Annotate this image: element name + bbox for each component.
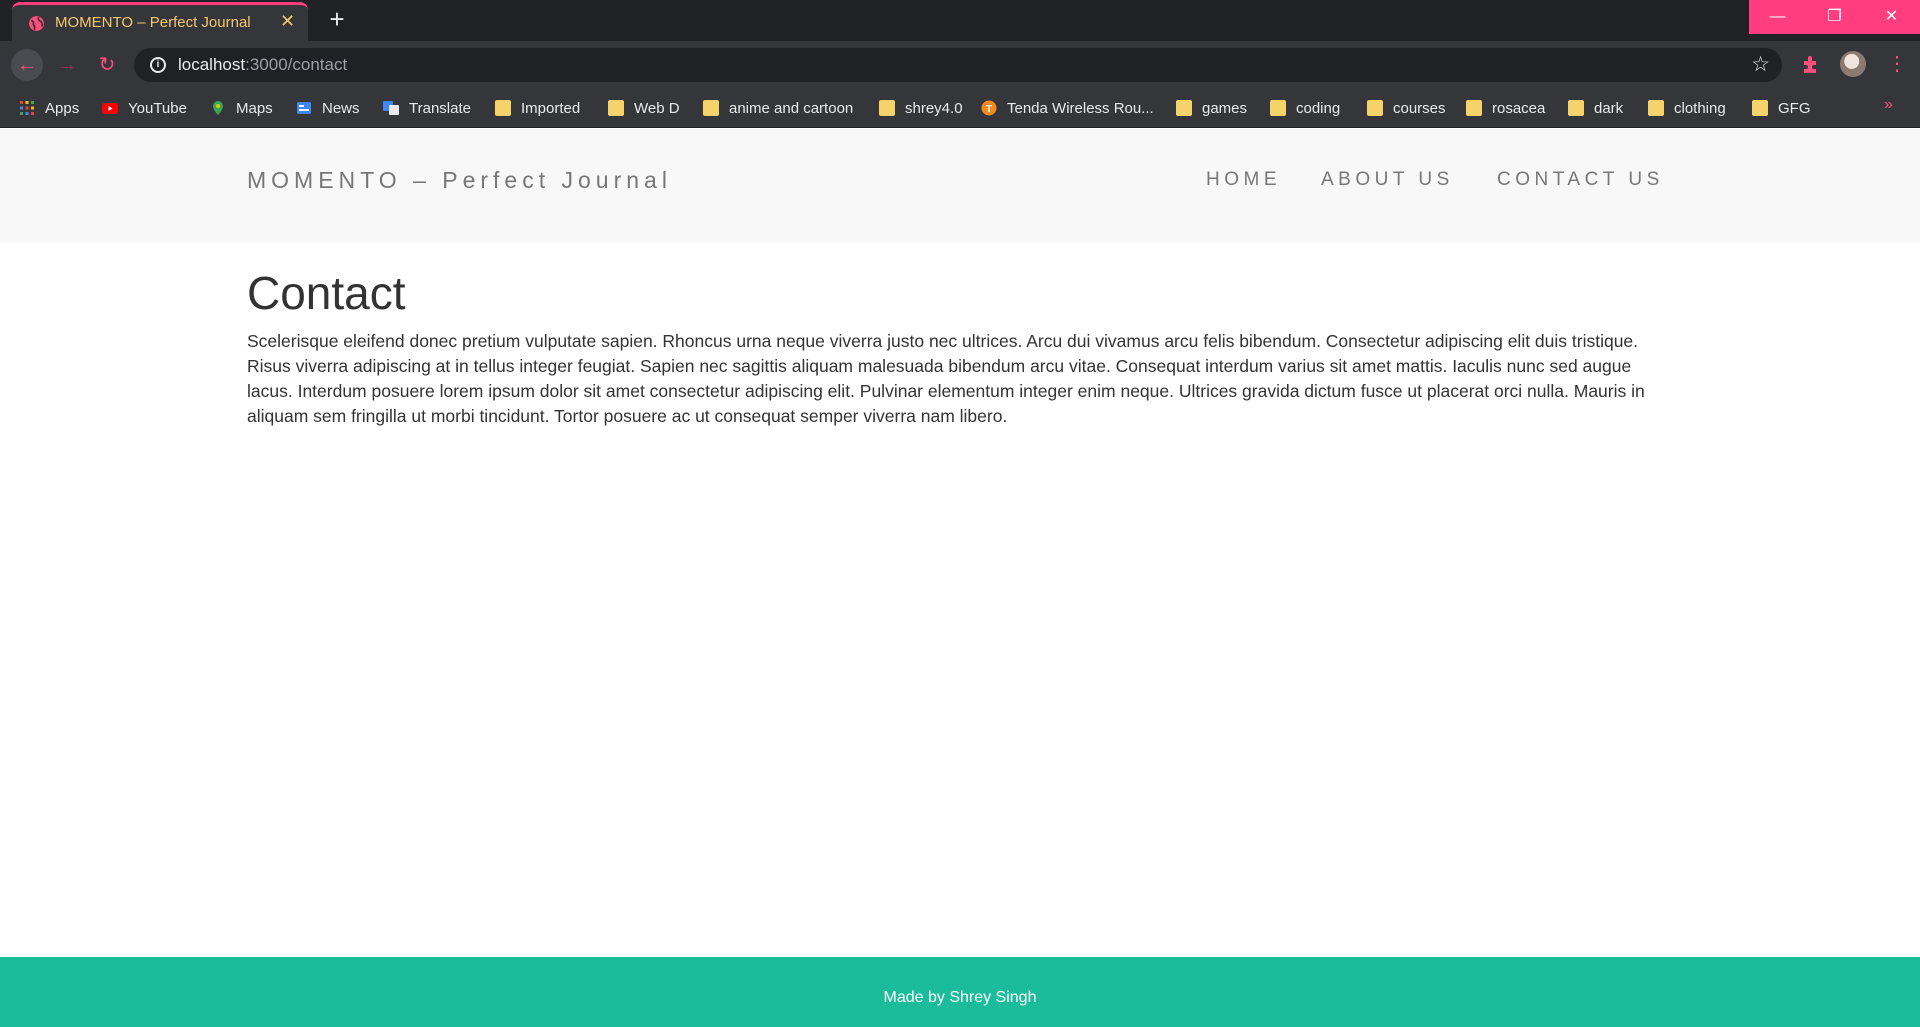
bookmark-label: coding (1296, 99, 1341, 117)
minimize-button[interactable]: — (1749, 0, 1806, 34)
folder-icon (1466, 100, 1482, 116)
url-text[interactable]: localhost:3000/contact (178, 55, 347, 75)
bookmark-coding[interactable]: coding (1270, 88, 1340, 128)
bookmark-label: courses (1393, 99, 1446, 117)
bookmark-games[interactable]: games (1176, 88, 1247, 128)
bookmark-label: GFG (1778, 99, 1811, 117)
bookmark-label: Translate (409, 99, 471, 117)
tab-close-icon[interactable]: ✕ (280, 11, 295, 31)
folder-icon (1176, 100, 1192, 116)
bookmark-shrey4[interactable]: shrey4.0 (879, 88, 963, 128)
site-info-icon[interactable]: i (150, 57, 166, 73)
bookmark-anime-and-cartoon[interactable]: anime and cartoon (703, 88, 853, 128)
folder-icon (1648, 100, 1664, 116)
reload-button[interactable]: ↻ (91, 49, 123, 81)
nav-about-us-link[interactable]: ABOUT US (1321, 169, 1454, 191)
nav-home-link[interactable]: HOME (1206, 169, 1281, 191)
bookmark-maps[interactable]: Maps (210, 88, 273, 128)
tab-strip: MOMENTO – Perfect Journal ✕ + — ❐ ✕ (0, 0, 1920, 41)
reload-icon: ↻ (98, 54, 116, 76)
youtube-icon (102, 103, 118, 114)
kebab-menu-icon[interactable]: ⋮ (1887, 51, 1907, 77)
bookmark-label: dark (1594, 99, 1624, 117)
svg-text:T: T (986, 104, 992, 115)
bookmark-label: Apps (45, 99, 80, 117)
translate-icon (383, 101, 399, 115)
folder-icon (1367, 100, 1383, 116)
bookmark-clothing[interactable]: clothing (1648, 88, 1726, 128)
bookmark-web-d[interactable]: Web D (608, 88, 680, 128)
address-bar[interactable]: i localhost:3000/contact ☆ (134, 48, 1782, 82)
bookmarks-overflow-icon[interactable]: » (1884, 96, 1893, 114)
extensions-puzzle-icon[interactable] (1800, 53, 1822, 75)
news-icon (297, 102, 311, 114)
arrow-right-icon: → (57, 54, 77, 76)
back-button[interactable]: ← (11, 49, 43, 81)
bookmark-apps[interactable]: Apps (19, 88, 79, 128)
bookmark-label: clothing (1674, 99, 1726, 117)
new-tab-button[interactable]: + (324, 6, 350, 32)
folder-icon (1752, 100, 1768, 116)
url-path: :3000/contact (245, 55, 348, 74)
folder-icon (703, 100, 719, 116)
bookmark-label: YouTube (128, 99, 187, 117)
active-tab[interactable]: MOMENTO – Perfect Journal ✕ (12, 2, 308, 41)
apps-grid-icon (20, 101, 34, 115)
bookmark-youtube[interactable]: YouTube (102, 88, 187, 128)
page-body-text: Scelerisque eleifend donec pretium vulpu… (247, 331, 1645, 426)
bookmark-label: games (1202, 99, 1248, 117)
folder-icon (608, 100, 624, 116)
bookmark-star-icon[interactable]: ☆ (1751, 52, 1770, 77)
globe-icon (29, 16, 44, 31)
forward-button[interactable]: → (51, 49, 83, 81)
bookmark-label: shrey4.0 (905, 99, 963, 117)
profile-avatar[interactable] (1840, 51, 1866, 77)
footer-credit: Made by Shrey Singh (883, 989, 1037, 1006)
bookmark-rosacea[interactable]: rosacea (1466, 88, 1545, 128)
folder-icon (495, 100, 511, 116)
maps-icon (213, 101, 223, 115)
tab-title: MOMENTO – Perfect Journal (55, 14, 251, 31)
url-host: localhost (178, 55, 246, 74)
folder-icon (1270, 100, 1286, 116)
bookmarks-bar: Apps YouTube Maps News Translate Importe… (0, 88, 1920, 128)
site-brand-link[interactable]: MOMENTO – Perfect Journal (247, 167, 672, 194)
browser-toolbar: ← → ↻ i localhost:3000/contact ☆ ⋮ (0, 41, 1920, 88)
bookmark-label: Tenda Wireless Rou... (1007, 99, 1154, 117)
site-footer: Made by Shrey Singh (0, 957, 1920, 1027)
page-title: Contact (247, 267, 406, 319)
bookmark-news[interactable]: News (296, 88, 360, 128)
bookmark-imported[interactable]: Imported (495, 88, 580, 128)
bookmark-label: Maps (236, 99, 273, 117)
bookmark-label: Web D (634, 99, 680, 117)
nav-contact-us-link[interactable]: CONTACT US (1497, 169, 1664, 191)
bookmark-label: rosacea (1492, 99, 1546, 117)
bookmark-gfg[interactable]: GFG (1752, 88, 1811, 128)
bookmark-label: Imported (521, 99, 581, 117)
folder-icon (879, 100, 895, 116)
bookmark-label: anime and cartoon (729, 99, 854, 117)
site-header: MOMENTO – Perfect Journal HOME ABOUT US … (0, 129, 1920, 242)
bookmark-label: News (322, 99, 360, 117)
tenda-icon: T (981, 100, 997, 116)
arrow-left-icon: ← (17, 54, 37, 76)
bookmark-dark[interactable]: dark (1568, 88, 1623, 128)
folder-icon (1568, 100, 1584, 116)
bookmark-courses[interactable]: courses (1367, 88, 1446, 128)
close-window-button[interactable]: ✕ (1863, 0, 1920, 34)
bookmark-tenda[interactable]: T Tenda Wireless Rou... (981, 88, 1154, 128)
bookmark-translate[interactable]: Translate (383, 88, 471, 128)
restore-button[interactable]: ❐ (1806, 0, 1863, 34)
